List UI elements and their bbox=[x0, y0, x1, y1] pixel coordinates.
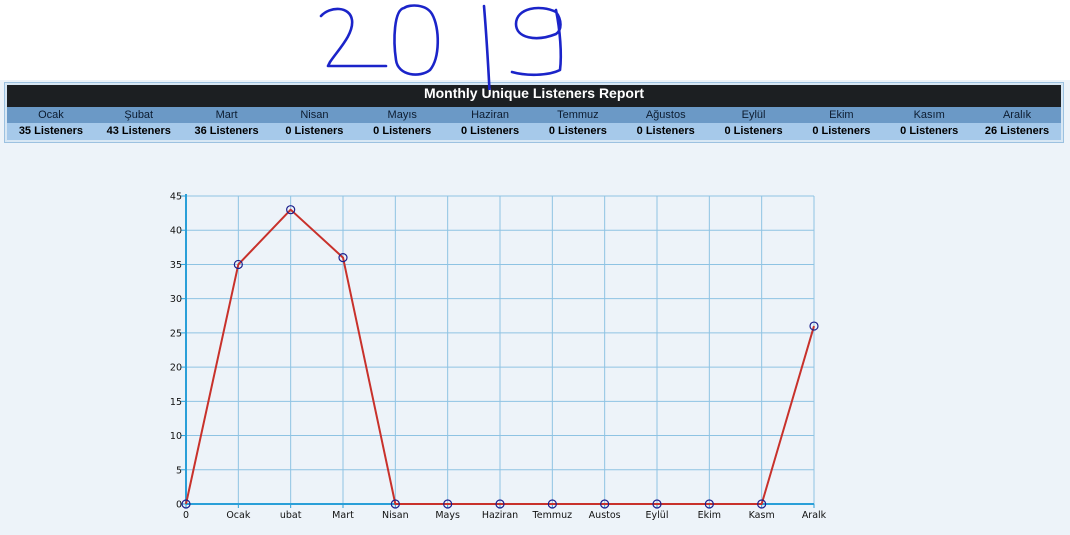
x-tick-label: Ekim bbox=[698, 510, 721, 521]
x-tick-label: Aralk bbox=[802, 510, 827, 521]
x-tick-label: Austos bbox=[589, 510, 621, 521]
monthly-listeners-line-chart: 0 5 10 15 20 25 30 35 40 45 0 Ocak ubat Mart Nisan Mays… bbox=[170, 192, 827, 522]
y-tick-label: 30 bbox=[170, 294, 182, 305]
x-tick-label: Haziran bbox=[482, 510, 518, 521]
x-tick-label: Nisan bbox=[382, 510, 409, 521]
x-tick-label: Temmuz bbox=[532, 510, 573, 521]
x-tick-label: Mays bbox=[435, 510, 460, 521]
chart-axes bbox=[181, 194, 815, 508]
x-tick-label: ubat bbox=[280, 510, 302, 521]
x-tick-label: Eylül bbox=[646, 510, 669, 521]
y-tick-label: 20 bbox=[170, 363, 182, 374]
y-tick-label: 10 bbox=[170, 431, 182, 442]
y-tick-label: 35 bbox=[170, 260, 182, 271]
y-tick-label: 5 bbox=[176, 465, 182, 476]
x-tick-label: Mart bbox=[332, 510, 354, 521]
y-tick-label: 45 bbox=[170, 192, 182, 203]
x-tick-label: 0 bbox=[183, 510, 189, 521]
x-tick-label: Ocak bbox=[226, 510, 251, 521]
y-tick-label: 15 bbox=[170, 397, 182, 408]
chart-grid bbox=[185, 195, 815, 505]
x-tick-label: Kasm bbox=[749, 510, 775, 521]
y-tick-label: 25 bbox=[170, 328, 182, 339]
y-tick-label: 0 bbox=[176, 500, 182, 511]
y-tick-label: 40 bbox=[170, 226, 182, 237]
chart-tick-labels: 0 5 10 15 20 25 30 35 40 45 0 Ocak ubat Mart Nisan Mays… bbox=[170, 192, 827, 522]
